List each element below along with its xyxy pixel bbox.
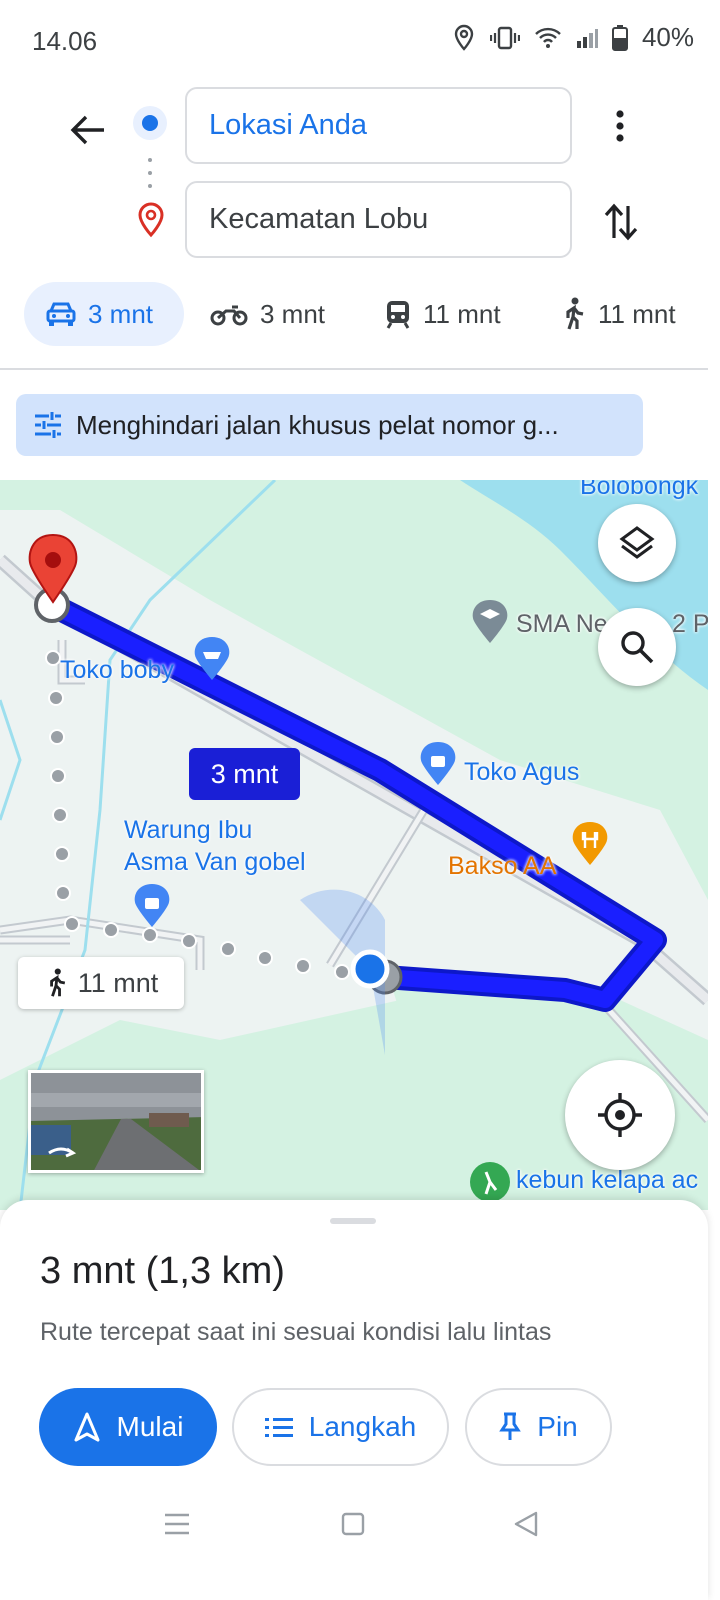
my-location-icon bbox=[598, 1093, 642, 1137]
origin-dot-icon bbox=[133, 106, 167, 140]
start-button[interactable]: Mulai bbox=[39, 1388, 217, 1466]
connector-dots bbox=[148, 158, 152, 188]
route-summary: 3 mnt (1,3 km) bbox=[40, 1250, 285, 1292]
motorcycle-icon bbox=[210, 305, 248, 326]
destination-field[interactable]: Kecamatan Lobu bbox=[185, 181, 572, 258]
signal-icon bbox=[576, 28, 598, 48]
user-location-dot bbox=[350, 949, 390, 989]
search-along-route-button[interactable] bbox=[598, 608, 676, 686]
destination-pin-icon bbox=[138, 202, 164, 238]
mode-car-tab[interactable]: 3 mnt bbox=[24, 282, 184, 346]
route-summary-sheet: 3 mnt (1,3 km) Rute tercepat saat ini se… bbox=[0, 1200, 708, 1600]
directions-header: Lokasi Anda Kecamatan Lobu 3 mnt 3 mnt 1… bbox=[0, 80, 720, 370]
map-label-sma-tail: 2 P bbox=[672, 610, 708, 638]
battery-icon bbox=[611, 24, 628, 51]
walk-icon bbox=[566, 297, 584, 330]
route-options-text: Menghindari jalan khusus pelat nomor g..… bbox=[76, 409, 559, 440]
more-options-button[interactable] bbox=[598, 100, 642, 152]
layers-icon bbox=[619, 526, 655, 559]
start-button-label: Mulai bbox=[116, 1411, 184, 1442]
car-icon bbox=[46, 302, 76, 326]
transit-icon bbox=[386, 301, 410, 329]
mode-walk-time: 11 mnt bbox=[598, 298, 676, 329]
swap-vert-icon bbox=[604, 203, 638, 241]
poi-park-marker bbox=[470, 1162, 510, 1202]
map-label-sma: SMA Ne bbox=[516, 610, 608, 638]
walk-badge-icon bbox=[49, 968, 65, 997]
navigation-arrow-icon bbox=[74, 1412, 100, 1442]
status-icons: 40% bbox=[452, 22, 694, 53]
layers-button[interactable] bbox=[598, 504, 676, 582]
street-view-image bbox=[31, 1073, 201, 1170]
back-button[interactable] bbox=[62, 104, 114, 156]
nav-home-icon[interactable] bbox=[341, 1512, 365, 1536]
travel-modes: 3 mnt 3 mnt 11 mnt 11 mnt bbox=[0, 282, 720, 346]
pin-button-label: Pin bbox=[537, 1411, 578, 1442]
pin-button[interactable]: Pin bbox=[465, 1388, 612, 1466]
steps-button[interactable]: Langkah bbox=[232, 1388, 449, 1466]
nav-back-icon[interactable] bbox=[513, 1510, 539, 1538]
vibrate-icon bbox=[489, 26, 520, 49]
route-description: Rute tercepat saat ini sesuai kondisi la… bbox=[40, 1318, 552, 1346]
tune-icon bbox=[35, 412, 61, 438]
street-view-thumbnail[interactable] bbox=[28, 1070, 204, 1173]
route-time-bubble[interactable]: 3 mnt bbox=[189, 748, 300, 800]
more-vert-icon bbox=[616, 110, 624, 142]
my-location-button[interactable] bbox=[565, 1060, 675, 1170]
mode-walk-tab[interactable]: 11 mnt bbox=[560, 282, 676, 346]
map-view[interactable]: Bolobongk SMA Ne 2 P Toko boby Toko Agus… bbox=[0, 480, 708, 1210]
mode-transit-time: 11 mnt bbox=[423, 298, 501, 329]
map-label-warung-line1[interactable]: Warung Ibu bbox=[124, 816, 252, 845]
header-divider bbox=[0, 368, 708, 370]
search-icon bbox=[621, 631, 654, 664]
map-label-bolobongk: Bolobongk bbox=[580, 480, 699, 500]
location-status-icon bbox=[454, 24, 474, 51]
wifi-icon bbox=[535, 27, 561, 48]
map-label-toko-agus[interactable]: Toko Agus bbox=[464, 758, 579, 787]
system-nav-bar bbox=[0, 1490, 720, 1600]
walk-time-badge[interactable]: 11 mnt bbox=[18, 957, 184, 1009]
route-options-chip[interactable]: Menghindari jalan khusus pelat nomor g..… bbox=[16, 394, 643, 456]
nav-menu-icon[interactable] bbox=[163, 1512, 191, 1536]
map-label-warung-line2[interactable]: Asma Van gobel bbox=[124, 848, 306, 877]
mode-car-time: 3 mnt bbox=[88, 298, 154, 329]
battery-percent: 40% bbox=[641, 22, 694, 52]
mode-motorcycle-time: 3 mnt bbox=[260, 298, 326, 329]
status-time: 14.06 bbox=[32, 26, 98, 56]
status-bar: 14.06 40% bbox=[0, 0, 720, 80]
map-label-kebun[interactable]: kebun kelapa ac bbox=[516, 1166, 698, 1195]
pin-icon bbox=[499, 1412, 522, 1440]
poi-school-marker bbox=[472, 600, 508, 643]
mode-transit-tab[interactable]: 11 mnt bbox=[385, 282, 501, 346]
swap-button[interactable] bbox=[596, 194, 646, 250]
map-label-toko-boby[interactable]: Toko boby bbox=[60, 656, 174, 685]
origin-field[interactable]: Lokasi Anda bbox=[185, 87, 572, 164]
drag-handle[interactable] bbox=[330, 1218, 376, 1224]
map-label-bakso[interactable]: Bakso AA bbox=[448, 852, 556, 881]
mode-motorcycle-tab[interactable]: 3 mnt bbox=[210, 282, 325, 346]
walk-badge-time: 11 mnt bbox=[77, 967, 159, 998]
arrow-back-icon bbox=[70, 115, 104, 145]
steps-button-label: Langkah bbox=[308, 1411, 417, 1442]
list-icon bbox=[264, 1418, 293, 1437]
